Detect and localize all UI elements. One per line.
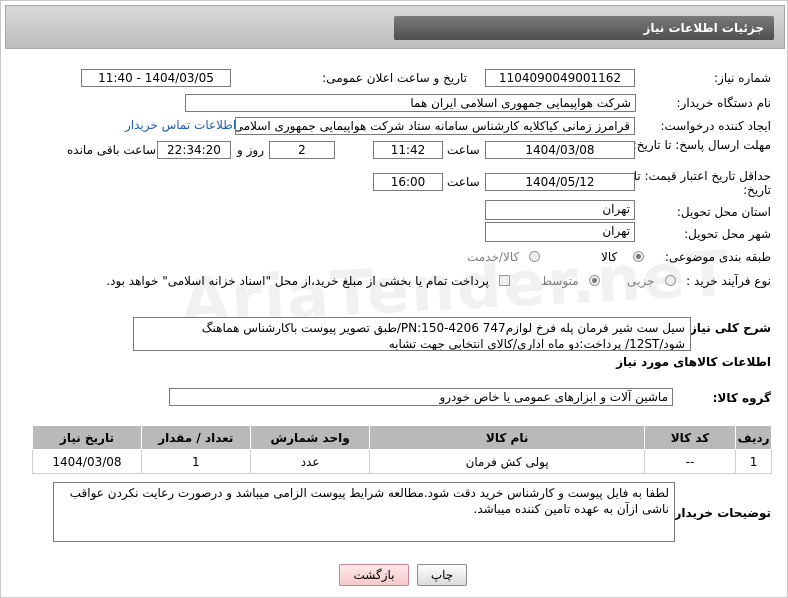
remaining-label: ساعت باقی مانده — [67, 143, 157, 157]
category-option-goods: کالا — [601, 250, 618, 264]
treasury-payment-checkbox[interactable] — [499, 275, 510, 286]
process-label: نوع فرآیند خرید : — [686, 274, 771, 288]
process-option-minor: جزیی — [627, 274, 655, 288]
cell-quantity: 1 — [140, 449, 251, 474]
need-number-field[interactable]: 1104090049001162 — [485, 69, 635, 87]
goods-group-field[interactable]: ماشین آلات و ابزارهای عمومی یا خاص خودرو — [169, 388, 673, 406]
col-name: نام کالا — [369, 425, 645, 450]
province-label: استان محل تحویل: — [676, 205, 771, 219]
creator-field[interactable]: قرامرز زمانی کیاکلایه کارشناس سامانه ستا… — [235, 117, 635, 135]
need-number-label: شماره نیاز: — [714, 71, 771, 85]
buyer-notes-field[interactable]: لطفا به فایل پیوست و کارشناس خرید دقت شو… — [53, 482, 675, 542]
category-radio-goods-service[interactable] — [529, 251, 540, 262]
treasury-payment-note: پرداخت تمام یا بخشی از مبلغ خرید،از محل … — [106, 274, 489, 288]
page-frame: جزئیات اطلاعات نیاز AriaTender.neT شماره… — [0, 0, 788, 598]
days-label: روز و — [237, 143, 264, 157]
print-button[interactable]: چاپ — [417, 564, 467, 586]
col-unit: واحد شمارش — [249, 425, 371, 450]
cell-unit: عدد — [249, 449, 371, 474]
category-label: طبقه بندی موضوعی: — [664, 250, 771, 264]
deadline-time-label: ساعت — [447, 143, 480, 157]
col-code: کد کالا — [643, 425, 737, 450]
cell-name: پولی کش فرمان — [369, 449, 645, 474]
goods-group-label: گروه کالا: — [712, 391, 771, 405]
category-option-goods-service: کالا/خدمت — [467, 250, 520, 264]
days-field[interactable]: 2 — [269, 141, 335, 159]
process-radio-medium[interactable] — [589, 275, 600, 286]
cell-code: -- — [643, 449, 737, 474]
buyer-org-label: نام دستگاه خریدار: — [676, 96, 772, 110]
buyer-notes-label: توضیحات خریدار: — [669, 506, 771, 520]
goods-table: ردیف کد کالا نام کالا واحد شمارش تعداد /… — [32, 425, 772, 474]
remaining-time-field[interactable]: 22:34:20 — [157, 141, 231, 159]
price-validity-time-field[interactable]: 16:00 — [373, 173, 443, 191]
need-summary-field[interactable]: سیل ست شیر فرمان پله فرخ لوازم747 PN:150… — [133, 317, 691, 351]
city-field[interactable]: تهران — [485, 222, 635, 242]
process-option-medium: متوسط — [541, 274, 579, 288]
price-validity-time-label: ساعت — [447, 175, 480, 189]
deadline-time-field[interactable]: 11:42 — [373, 141, 443, 159]
col-need-date: تاریخ نیاز — [32, 425, 142, 450]
announce-field[interactable]: 1404/03/05 - 11:40 — [81, 69, 231, 87]
back-button[interactable]: بازگشت — [339, 564, 409, 586]
page-title: جزئیات اطلاعات نیاز — [394, 16, 774, 40]
col-row: ردیف — [735, 425, 772, 450]
need-summary-label: شرح کلی نیاز: — [685, 321, 771, 335]
announce-label: تاریخ و ساعت اعلان عمومی: — [322, 71, 467, 85]
goods-info-title: اطلاعات کالاهای مورد نیاز — [616, 355, 771, 369]
province-field[interactable]: تهران — [485, 200, 635, 220]
creator-label: ایجاد کننده درخواست: — [660, 119, 771, 133]
goods-table-header: ردیف کد کالا نام کالا واحد شمارش تعداد /… — [32, 425, 772, 450]
category-radio-goods[interactable] — [633, 251, 644, 262]
buyer-contact-link[interactable]: اطلاعات تماس خریدار — [125, 118, 236, 132]
deadline-label: مهلت ارسال پاسخ: تا تاریخ: — [632, 138, 771, 152]
deadline-date-field[interactable]: 1404/03/08 — [485, 141, 635, 159]
buyer-org-field[interactable]: شرکت هواپیمایی جمهوری اسلامی ایران هما — [185, 94, 636, 112]
cell-row: 1 — [735, 449, 772, 474]
city-label: شهر محل تحویل: — [684, 227, 771, 241]
cell-need-date: 1404/03/08 — [32, 449, 142, 474]
process-radio-minor[interactable] — [665, 275, 676, 286]
header-bar: جزئیات اطلاعات نیاز — [5, 5, 785, 49]
price-validity-label: حداقل تاریخ اعتبار قیمت: تا تاریخ: — [633, 169, 771, 197]
col-quantity: تعداد / مقدار — [140, 425, 251, 450]
price-validity-date-field[interactable]: 1404/05/12 — [485, 173, 635, 191]
table-row[interactable]: 1 -- پولی کش فرمان عدد 1 1404/03/08 — [32, 449, 772, 474]
